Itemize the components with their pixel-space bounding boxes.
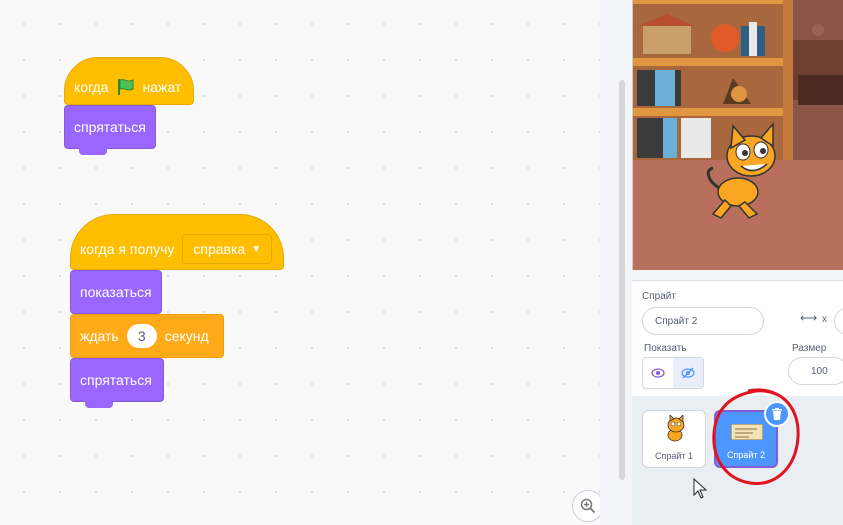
eye-icon bbox=[651, 368, 665, 378]
zoom-in-button[interactable] bbox=[572, 490, 600, 522]
visibility-toggle[interactable] bbox=[642, 357, 704, 389]
message-dropdown-value: справка bbox=[193, 241, 246, 257]
when-flag-clicked-block[interactable]: когда нажат bbox=[64, 57, 194, 105]
x-position-icon: ⟷ bbox=[800, 311, 818, 325]
wait-label: ждать bbox=[80, 328, 119, 344]
stage-backdrop bbox=[633, 0, 843, 270]
show-label: Показать bbox=[644, 343, 687, 354]
show-sprite-button[interactable] bbox=[643, 358, 673, 388]
code-area[interactable]: когда нажат спрятаться когда я получу сп… bbox=[0, 0, 600, 525]
size-label: Размер bbox=[792, 343, 827, 354]
x-label: x bbox=[822, 314, 827, 325]
hide-block-2[interactable]: спрятаться bbox=[70, 358, 164, 408]
show-block[interactable]: показаться bbox=[70, 270, 162, 314]
green-flag-icon bbox=[117, 79, 135, 95]
sprite-name-label: Спрайт bbox=[642, 291, 676, 302]
zoom-in-icon bbox=[580, 498, 596, 514]
hide-sprite-button[interactable] bbox=[673, 358, 703, 388]
cat-thumbnail-icon bbox=[667, 415, 685, 442]
sprite-tile-1[interactable]: Спрайт 1 bbox=[642, 410, 706, 468]
when-i-receive-block[interactable]: когда я получу справка ▼ bbox=[70, 214, 284, 270]
block-notch bbox=[79, 147, 107, 155]
red-annotation-circle bbox=[712, 388, 800, 486]
clicked-label: нажат bbox=[142, 79, 182, 95]
x-input[interactable] bbox=[834, 307, 843, 335]
sprite-name-input[interactable]: Спрайт 2 bbox=[642, 307, 764, 335]
hide-label-2: спрятаться bbox=[80, 372, 152, 388]
sprite-1-label: Спрайт 1 bbox=[654, 451, 694, 461]
seconds-label: секунд bbox=[164, 328, 209, 344]
code-area-scrollbar[interactable] bbox=[619, 80, 625, 480]
stage[interactable] bbox=[632, 0, 843, 270]
hide-label: спрятаться bbox=[74, 119, 146, 135]
hide-block[interactable]: спрятаться bbox=[64, 105, 156, 155]
when-i-receive-label: когда я получу bbox=[80, 241, 175, 257]
block-notch bbox=[85, 400, 113, 408]
eye-slash-icon bbox=[681, 367, 695, 379]
wait-block[interactable]: ждать 3 секунд bbox=[70, 314, 224, 358]
mouse-cursor-icon bbox=[693, 478, 708, 499]
when-label: когда bbox=[74, 79, 109, 95]
show-label: показаться bbox=[80, 284, 152, 300]
size-input[interactable]: 100 bbox=[788, 357, 843, 385]
message-dropdown[interactable]: справка ▼ bbox=[182, 234, 273, 264]
wait-seconds-input[interactable]: 3 bbox=[126, 324, 157, 348]
sprite-info-panel: Спрайт Спрайт 2 ⟷ x Показать Размер 100 bbox=[632, 280, 843, 397]
dropdown-arrow-icon: ▼ bbox=[251, 243, 262, 255]
